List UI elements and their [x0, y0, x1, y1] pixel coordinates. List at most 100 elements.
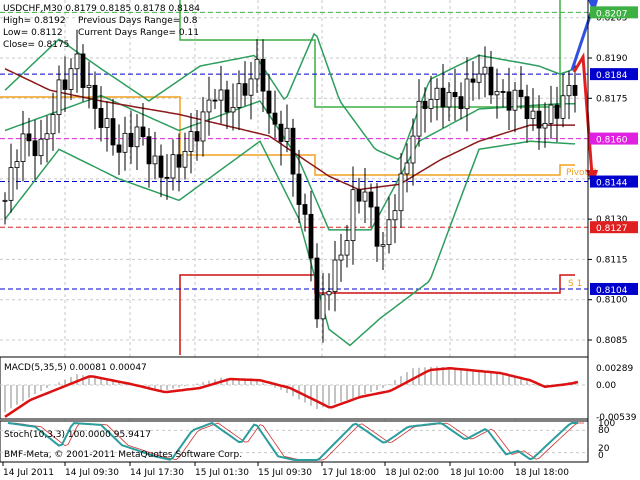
price-level-label: 0.8144: [596, 179, 628, 189]
candle-body: [524, 96, 530, 119]
info-close: Close= 0.8175: [3, 40, 69, 50]
candle-body: [332, 259, 338, 292]
candle-body: [74, 53, 80, 70]
candle-body: [572, 84, 578, 96]
candle-body: [92, 84, 98, 109]
candle-body: [260, 58, 266, 92]
time-tick-label: 14 Jul 17:30: [130, 468, 184, 478]
candle-body: [110, 118, 116, 146]
candle-body: [560, 95, 566, 119]
macd-label: MACD(5,35,5) 0.00081 0.00047: [4, 363, 147, 373]
candle-body: [428, 99, 434, 109]
candle-body: [434, 87, 440, 100]
candle-body: [200, 111, 206, 142]
candle-body: [410, 135, 416, 164]
candle-body: [68, 68, 74, 90]
candle-body: [188, 131, 194, 152]
candle-body: [566, 84, 572, 97]
price-level-label: 0.8207: [596, 9, 628, 19]
candle-body: [26, 133, 32, 142]
candle-body: [266, 90, 272, 114]
candle-body: [164, 176, 170, 179]
time-tick-label: 14 Jul 2011: [3, 468, 54, 478]
candle-body: [482, 66, 488, 75]
price-level-label: 0.8104: [596, 286, 628, 296]
candle-body: [116, 144, 122, 153]
candle-body: [512, 89, 518, 111]
candle-body: [230, 106, 236, 113]
candle-body: [350, 189, 356, 242]
price-tick-label: 0.8175: [596, 94, 628, 104]
macd-tick-label: 0.00: [596, 381, 616, 391]
candle-body: [500, 91, 506, 93]
candle-body: [344, 240, 350, 256]
candle-body: [212, 99, 218, 102]
stoch-label: Stoch(10,3,3) 100.0000 95.9417: [4, 430, 151, 440]
candle-body: [278, 123, 284, 142]
candle-body: [320, 294, 326, 320]
candle-body: [386, 219, 392, 246]
price-level-label: 0.8127: [596, 224, 628, 234]
candle-body: [14, 161, 20, 169]
candle-body: [296, 173, 302, 205]
candle-body: [254, 58, 260, 80]
candle-body: [206, 99, 212, 113]
candle-body: [290, 127, 296, 175]
candle-body: [146, 136, 152, 165]
candle-body: [536, 110, 542, 129]
macd-tick-label: 0.00289: [596, 364, 633, 374]
price-tick-label: 0.8085: [596, 336, 628, 346]
candle-body: [248, 78, 254, 96]
price-chart[interactable]: Pivot PS 1USDCHF,M30 0.8179 0.8185 0.817…: [0, 0, 640, 480]
candle-body: [380, 244, 386, 247]
info-high: High= 0.8192: [3, 16, 66, 26]
candle-body: [548, 104, 554, 124]
candle-body: [398, 173, 404, 212]
candle-body: [272, 112, 278, 125]
time-tick-label: 15 Jul 01:30: [195, 468, 249, 478]
candle-body: [302, 204, 308, 215]
candle-body: [134, 126, 140, 148]
time-tick-label: 15 Jul 09:30: [258, 468, 312, 478]
candle-body: [338, 254, 344, 261]
time-tick-label: 18 Jul 10:00: [450, 468, 504, 478]
time-tick-label: 14 Jul 09:30: [65, 468, 119, 478]
candle-body: [80, 53, 86, 88]
candle-body: [62, 79, 68, 90]
candle-body: [32, 140, 38, 157]
candle-body: [86, 84, 92, 88]
candle-body: [518, 89, 524, 98]
stoch-tick-label: 0: [598, 451, 604, 461]
time-tick-label: 18 Jul 18:00: [515, 468, 569, 478]
candle-body: [494, 91, 500, 96]
price-level-label: 0.8184: [596, 71, 628, 81]
candle-body: [488, 66, 494, 96]
candle-body: [464, 78, 470, 110]
candle-body: [452, 91, 458, 98]
candle-body: [158, 155, 164, 178]
candle-body: [374, 206, 380, 247]
price-tick-label: 0.8115: [596, 255, 628, 265]
candle-body: [20, 133, 26, 163]
price-tick-label: 0.8100: [596, 296, 628, 306]
candle-body: [416, 100, 422, 137]
candle-body: [104, 118, 110, 128]
candle-body: [284, 127, 290, 142]
candle-body: [506, 91, 512, 111]
candle-body: [392, 210, 398, 221]
candle-body: [308, 213, 314, 259]
candle-body: [458, 96, 464, 110]
candle-body: [422, 100, 428, 109]
candle-body: [44, 133, 50, 140]
candle-body: [314, 257, 320, 320]
candle-body: [404, 162, 410, 175]
candle-body: [8, 167, 14, 201]
info-prev-range: Previous Days Range= 0.8: [78, 16, 198, 26]
candle-body: [194, 131, 200, 142]
candle-body: [530, 110, 536, 119]
price-level-label: 0.8160: [596, 136, 628, 146]
candle-body: [446, 91, 452, 108]
symbol-info: USDCHF,M30 0.8179 0.8185 0.8178 0.8184: [3, 4, 200, 14]
candle-body: [140, 126, 146, 138]
candle-body: [152, 155, 158, 165]
